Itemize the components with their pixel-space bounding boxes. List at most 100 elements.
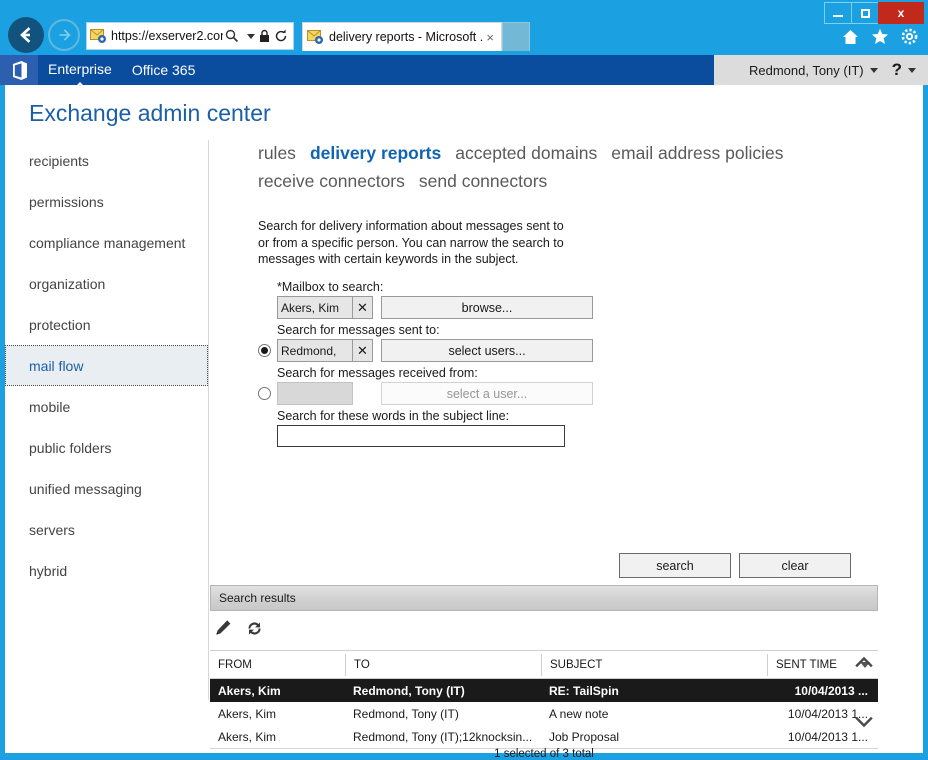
sidebar-item-unified-messaging[interactable]: unified messaging [5, 468, 208, 509]
lock-icon [260, 29, 269, 42]
scroll-down-icon[interactable] [854, 714, 874, 730]
cell-sent_time: 10/04/2013 1... [787, 729, 868, 744]
browser-chrome: x https://exserver2.con... [0, 0, 928, 55]
refresh-icon[interactable] [245, 619, 264, 638]
minimize-button[interactable] [824, 2, 852, 24]
help-menu-caret-icon[interactable] [908, 67, 916, 73]
sidebar-item-label: public folders [29, 439, 112, 456]
tab-close-icon[interactable]: × [483, 30, 497, 45]
sidebar-item-mobile[interactable]: mobile [5, 386, 208, 427]
tab-delivery-reports[interactable]: delivery reports [310, 140, 441, 167]
cell-to: Redmond, Tony (IT) [353, 706, 459, 721]
table-row[interactable]: Akers, Kim Redmond, Tony (IT);12knocksin.… [210, 725, 878, 748]
sidebar-item-organization[interactable]: organization [5, 263, 208, 304]
cell-subject: A new note [549, 706, 609, 721]
forward-arrow-icon [59, 29, 71, 41]
browser-window: x https://exserver2.con... [0, 0, 928, 760]
received-from-token[interactable] [277, 382, 353, 405]
star-icon[interactable] [871, 28, 889, 45]
suite-bar-user-area: Redmond, Tony (IT) ? [714, 55, 928, 85]
address-dropdown-caret-icon[interactable] [247, 33, 255, 39]
address-bar[interactable]: https://exserver2.con... [86, 22, 294, 50]
page-title: Exchange admin center [29, 100, 271, 126]
column-header-from[interactable]: FROM [210, 654, 345, 676]
browser-tab-delivery-reports[interactable]: delivery reports - Microsoft ... × [302, 22, 502, 51]
sidebar-item-permissions[interactable]: permissions [5, 181, 208, 222]
sidebar-item-compliance-management[interactable]: compliance management [5, 222, 208, 263]
gear-icon[interactable] [901, 28, 918, 45]
received-from-row: select a user... [258, 382, 593, 405]
subject-input[interactable] [277, 425, 565, 447]
sidebar-item-recipients[interactable]: recipients [5, 140, 208, 181]
mailbox-token[interactable]: Akers, Kim [277, 296, 353, 319]
maximize-button[interactable] [851, 2, 879, 24]
sent-to-label: Search for messages sent to: [277, 323, 440, 337]
address-text: https://exserver2.con... [111, 29, 223, 43]
forward-button[interactable] [48, 19, 80, 51]
column-header-label: SUBJECT [550, 658, 603, 671]
clear-button[interactable]: clear [739, 553, 851, 578]
column-header-to[interactable]: TO [345, 653, 541, 676]
table-row[interactable]: Akers, Kim Redmond, Tony (IT) RE: TailSpin… [210, 679, 878, 702]
sidebar-item-mail-flow[interactable]: mail flow [5, 345, 208, 386]
cell-from: Akers, Kim [218, 729, 277, 744]
new-tab-button[interactable] [502, 22, 530, 51]
close-window-button[interactable]: x [878, 2, 924, 24]
radio-sent-to[interactable] [258, 344, 271, 357]
search-icon[interactable] [225, 29, 239, 43]
tab-accepted-domains[interactable]: accepted domains [455, 140, 597, 167]
help-button[interactable]: ? [892, 60, 902, 80]
tab-email-address-policies[interactable]: email address policies [611, 140, 783, 167]
cell-subject: Job Proposal [549, 729, 620, 744]
select-users-button[interactable]: select users... [381, 339, 593, 362]
form-action-buttons: search clear [619, 553, 851, 578]
user-name-label[interactable]: Redmond, Tony (IT) [749, 63, 864, 78]
mailbox-to-search-label: *Mailbox to search: [277, 280, 384, 294]
sidebar-item-public-folders[interactable]: public folders [5, 427, 208, 468]
tab-strip: delivery reports - Microsoft ... × [302, 22, 530, 51]
browser-toolbar-icons [842, 28, 918, 45]
suite-nav-office365[interactable]: Office 365 [132, 62, 196, 78]
results-count-label: 1 selected of 3 total [494, 748, 594, 760]
mailbox-token-remove-icon[interactable]: ✕ [353, 296, 373, 319]
user-menu-caret-icon[interactable] [869, 67, 878, 73]
tab-rules[interactable]: rules [258, 140, 296, 167]
back-button[interactable] [8, 17, 44, 53]
sidebar-item-servers[interactable]: servers [5, 509, 208, 550]
tab-send-connectors[interactable]: send connectors [419, 168, 547, 195]
home-icon[interactable] [842, 29, 859, 45]
sidebar-item-label: mail flow [29, 357, 84, 374]
scroll-up-icon[interactable] [854, 654, 874, 670]
sent-to-token-remove-icon[interactable]: ✕ [353, 339, 373, 362]
mailbox-to-search-row: Akers, Kim ✕ browse... [277, 296, 593, 319]
sidebar-item-protection[interactable]: protection [5, 304, 208, 345]
browse-button[interactable]: browse... [381, 296, 593, 319]
column-header-subject[interactable]: SUBJECT [541, 653, 767, 676]
subject-line-label: Search for these words in the subject li… [277, 409, 510, 423]
minimize-icon [833, 15, 843, 17]
sidebar-item-label: servers [29, 521, 75, 538]
sidebar-item-label: mobile [29, 398, 71, 415]
maximize-icon [860, 8, 870, 18]
pencil-icon[interactable] [213, 618, 233, 638]
delivery-report-search-form: *Mailbox to search: Akers, Kim ✕ browse.… [258, 280, 593, 447]
column-header-label: FROM [218, 658, 252, 671]
office-logo-icon [12, 60, 27, 80]
refresh-icon[interactable] [274, 29, 288, 43]
tab-receive-connectors[interactable]: receive connectors [258, 168, 405, 195]
suite-nav-enterprise[interactable]: Enterprise [48, 61, 112, 87]
sidebar-item-label: recipients [29, 152, 89, 169]
radio-received-from[interactable] [258, 387, 271, 400]
sidebar-item-label: hybrid [29, 562, 68, 579]
cell-from: Akers, Kim [218, 683, 281, 698]
window-controls: x [824, 2, 924, 24]
table-row[interactable]: Akers, Kim Redmond, Tony (IT) A new note 10… [210, 702, 878, 725]
received-from-label: Search for messages received from: [277, 366, 478, 380]
sent-to-token[interactable]: Redmond, [277, 339, 353, 362]
app-launcher-button[interactable] [0, 55, 38, 85]
search-button[interactable]: search [619, 553, 731, 578]
sidebar-item-hybrid[interactable]: hybrid [5, 550, 208, 591]
sidebar-item-label: unified messaging [29, 480, 142, 497]
cell-sent_time: 10/04/2013 ... [794, 683, 868, 698]
sidebar-nav: recipients permissions compliance manageme… [5, 140, 209, 700]
